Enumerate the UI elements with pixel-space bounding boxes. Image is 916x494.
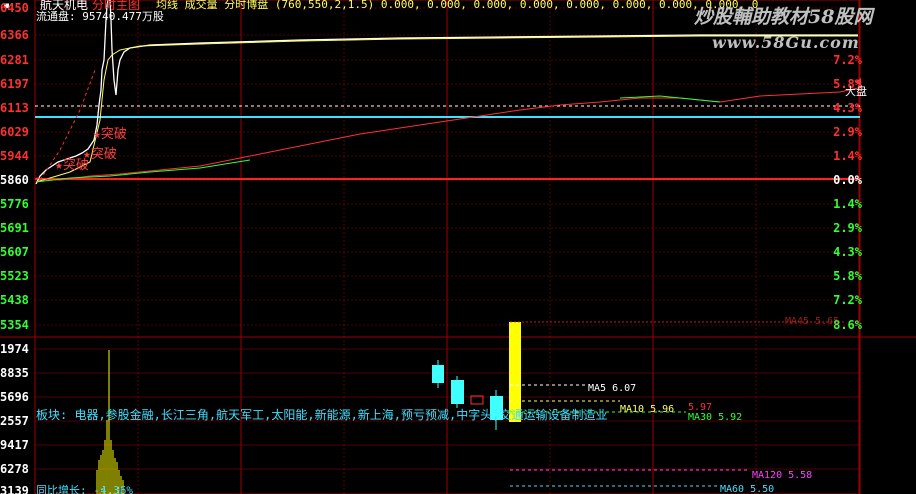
signal-breakout: ★突破 xyxy=(93,128,127,142)
vol-tick: 6278 xyxy=(0,462,29,476)
price-tick: 5354 xyxy=(0,318,29,332)
signal-breakout: ★突破 xyxy=(55,159,89,173)
price-tick: 5944 xyxy=(0,149,29,163)
pct-tick: 4.3% xyxy=(833,245,862,259)
pct-tick: 2.9% xyxy=(833,221,862,235)
pct-tick: 5.8% xyxy=(833,269,862,283)
dapan-label: 大盘 xyxy=(845,85,867,98)
price-tick: 5438 xyxy=(0,293,29,307)
vol-tick: 1974 xyxy=(0,342,29,356)
price-tick: 5607 xyxy=(0,245,29,259)
price-tick: 5691 xyxy=(0,221,29,235)
ma-top-label: MA45 5.65 xyxy=(785,316,840,327)
signal-label: 突破 xyxy=(90,147,117,162)
vol-tick: 3139 xyxy=(0,484,29,494)
price-tick: 6113 xyxy=(0,101,29,115)
float-info: 流通盘: 95740.477万股 xyxy=(36,10,164,23)
candle-limit-up xyxy=(509,322,521,422)
site-watermark: 炒股輔助教材58股网 www.58Gu.com xyxy=(694,2,872,52)
price-tick: 6197 xyxy=(0,77,29,91)
ma10-label: MA10 5.96 xyxy=(620,404,675,415)
stock-chart-screen: ▪ 航天机电 分时主图 均线 成交量 分时博盘 (760,550,2,1.5) … xyxy=(0,0,916,494)
vol-tick: 8835 xyxy=(0,366,29,380)
pct-tick: 2.9% xyxy=(833,125,862,139)
price-tick: 6366 xyxy=(0,28,29,42)
pct-tick: 0.0% xyxy=(833,173,862,187)
vol-tick: 5696 xyxy=(0,390,29,404)
vol-tick: 2557 xyxy=(0,414,29,428)
signal-label: 突破 xyxy=(100,127,127,142)
yoy-growth: 同比增长: -4.36% xyxy=(36,484,133,494)
pct-tick: 1.4% xyxy=(833,149,862,163)
price-tick: 5523 xyxy=(0,269,29,283)
indicator-line: 均线 成交量 分时博盘 (760,550,2,1.5) 0.000, 0.000… xyxy=(156,0,759,11)
watermark-url: www.58Gu.com xyxy=(712,33,860,52)
sector-text: 板块: 电器,参股金融,长江三角,航天军工,太阳能,新能源,新上海,预亏预减,中… xyxy=(36,408,608,422)
price-tick: 6029 xyxy=(0,125,29,139)
price-tick: 5776 xyxy=(0,197,29,211)
star-icon: ★ xyxy=(55,158,63,173)
vol-tick: 9417 xyxy=(0,438,29,452)
star-icon: ★ xyxy=(93,127,101,142)
price-tick: 6281 xyxy=(0,53,29,67)
watermark-title: 炒股輔助教材58股网 xyxy=(694,6,873,28)
price-tick: 6450 xyxy=(0,1,29,15)
pct-tick: 7.2% xyxy=(833,53,862,67)
ma30-label: MA30 5.92 xyxy=(688,412,743,423)
signal-label: 突破 xyxy=(62,158,89,173)
pct-tick: 7.2% xyxy=(833,293,862,307)
price-tick: 5860 xyxy=(0,173,29,187)
pct-tick: 4.3% xyxy=(833,101,862,115)
ma5-label: MA5 6.07 xyxy=(588,383,637,394)
ma60-label: MA60 5.50 xyxy=(720,484,775,494)
ma120-label: MA120 5.58 xyxy=(752,470,813,481)
pct-tick: 1.4% xyxy=(833,197,862,211)
